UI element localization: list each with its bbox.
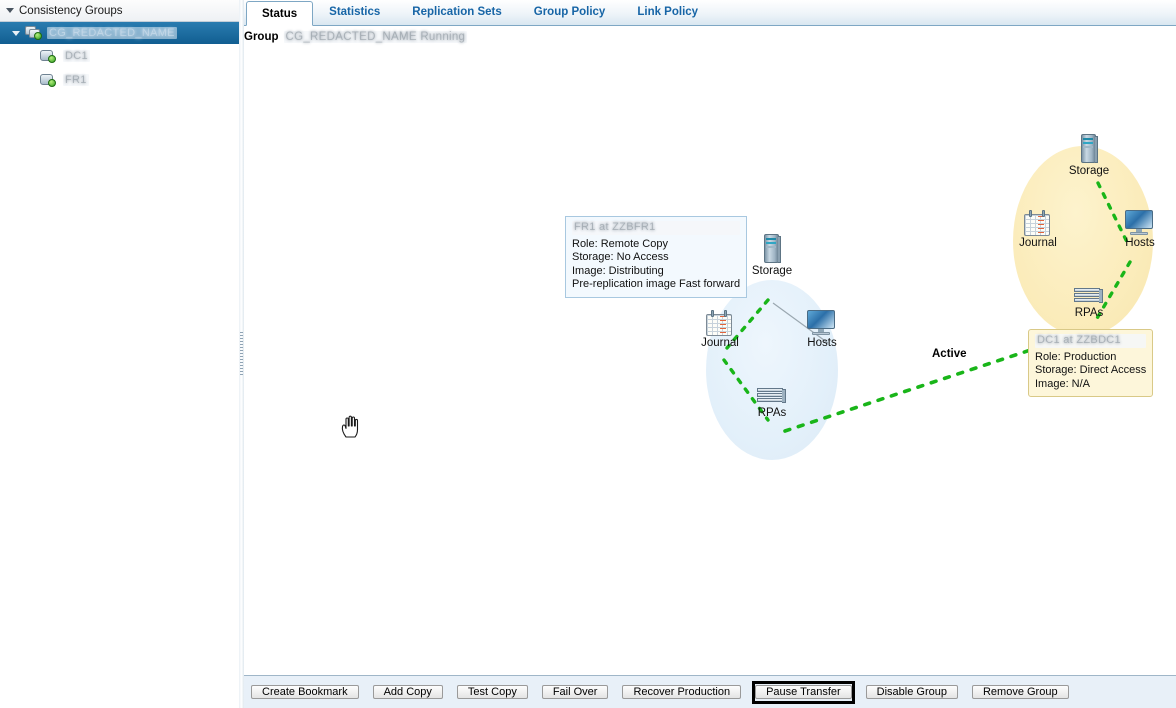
node-label: Hosts	[1125, 237, 1155, 249]
tooltip-remote-copy: FR1 at ZZBFR1 Role: Remote Copy Storage:…	[565, 216, 748, 298]
group-name-value: CG_REDACTED_NAME Running	[283, 31, 468, 43]
node-storage-right[interactable]: Storage	[1059, 134, 1119, 177]
add-copy-button[interactable]: Add Copy	[372, 684, 443, 699]
grab-hand-cursor	[341, 415, 359, 438]
tooltip-prereplication: Pre-replication image Fast forward	[572, 278, 741, 290]
journal-icon	[690, 306, 750, 336]
tab-replication-sets[interactable]: Replication Sets	[396, 0, 517, 25]
tab-statistics[interactable]: Statistics	[313, 0, 396, 25]
hosts-icon	[1110, 206, 1170, 236]
node-rpas-right[interactable]: RPAs	[1059, 276, 1119, 319]
node-storage-left[interactable]: Storage	[742, 234, 802, 277]
fail-over-button[interactable]: Fail Over	[541, 684, 609, 699]
node-rpas-left[interactable]: RPAs	[742, 376, 802, 419]
group-name-bar: Group CG_REDACTED_NAME Running	[240, 26, 1176, 48]
storage-icon	[742, 234, 802, 264]
tab-status[interactable]: Status	[246, 1, 314, 26]
fail-over-wrap: Fail Over	[539, 681, 612, 704]
node-label: RPAs	[757, 407, 787, 419]
group-label: Group	[244, 31, 279, 43]
node-label: RPAs	[1074, 307, 1104, 319]
rpas-icon	[1059, 276, 1119, 306]
create-bookmark-button[interactable]: Create Bookmark	[251, 684, 359, 699]
journal-icon	[1008, 206, 1068, 236]
pause-transfer-focus-ring: Pause Transfer	[752, 680, 855, 704]
tooltip-production: DC1 at ZZBDC1 Role: Production Storage: …	[1028, 329, 1154, 397]
consistency-groups-header[interactable]: Consistency Groups	[0, 0, 239, 22]
tooltip-role: Role: Production	[1035, 350, 1117, 363]
add-copy-wrap: Add Copy	[370, 681, 446, 704]
consistency-groups-tree: CG_REDACTED_NAME DC1 FR1	[0, 22, 239, 708]
pause-transfer-button[interactable]: Pause Transfer	[755, 684, 852, 699]
link-status-label: Active	[930, 348, 969, 360]
tooltip-image: Image: N/A	[1035, 377, 1091, 390]
tooltip-image: Image: Distributing	[572, 264, 664, 277]
remove-group-wrap: Remove Group	[969, 681, 1072, 704]
consistency-groups-panel: Consistency Groups CG_REDACTED_NAME DC1	[0, 0, 244, 708]
node-label: Journal	[1019, 237, 1057, 249]
copy-icon	[40, 73, 58, 88]
create-bookmark-wrap: Create Bookmark	[248, 681, 362, 704]
remove-group-button[interactable]: Remove Group	[971, 684, 1069, 699]
node-hosts-left[interactable]: Hosts	[792, 306, 852, 349]
tooltip-storage: Storage: No Access	[572, 251, 669, 263]
disable-group-wrap: Disable Group	[863, 681, 961, 704]
node-label: Hosts	[807, 337, 837, 349]
tooltip-title: DC1 at ZZBDC1	[1035, 334, 1147, 348]
application-window: Consistency Groups CG_REDACTED_NAME DC1	[0, 0, 1176, 708]
tree-item-group-root-label: CG_REDACTED_NAME	[47, 27, 177, 39]
splitter-grip-icon	[240, 332, 243, 376]
chevron-down-icon[interactable]	[6, 8, 14, 13]
tooltip-title: FR1 at ZZBFR1	[572, 221, 741, 235]
recover-production-wrap: Recover Production	[619, 681, 744, 704]
group-icon	[25, 26, 43, 40]
node-label: Journal	[701, 337, 739, 349]
consistency-groups-title: Consistency Groups	[19, 4, 123, 17]
tree-item-copy-fr1[interactable]: FR1	[0, 68, 239, 92]
tab-link-policy[interactable]: Link Policy	[621, 0, 714, 25]
chevron-down-icon[interactable]	[12, 30, 20, 36]
test-copy-button[interactable]: Test Copy	[456, 684, 528, 699]
tree-item-copy-dc1[interactable]: DC1	[0, 44, 239, 68]
tree-item-copy-dc1-label: DC1	[63, 50, 90, 62]
tab-bar: Status Statistics Replication Sets Group…	[240, 0, 1176, 26]
copy-icon	[40, 49, 58, 64]
tree-item-copy-fr1-label: FR1	[63, 74, 89, 86]
disable-group-button[interactable]: Disable Group	[865, 684, 958, 699]
node-journal-left[interactable]: Journal	[690, 306, 750, 349]
hosts-icon	[792, 306, 852, 336]
action-button-bar: Create Bookmark Add Copy Test Copy Fail …	[240, 675, 1176, 708]
test-copy-wrap: Test Copy	[454, 681, 531, 704]
node-hosts-right[interactable]: Hosts	[1110, 206, 1170, 249]
storage-icon	[1059, 134, 1119, 164]
replication-diagram-canvas[interactable]: Storage Journal Hosts RPAs Storage Journ…	[240, 48, 1176, 675]
node-label: Storage	[751, 265, 793, 277]
recover-production-button[interactable]: Recover Production	[622, 684, 742, 699]
panel-splitter[interactable]	[239, 0, 244, 708]
tree-item-group-root[interactable]: CG_REDACTED_NAME	[0, 22, 239, 44]
node-journal-right[interactable]: Journal	[1008, 206, 1068, 249]
group-detail-panel: Status Statistics Replication Sets Group…	[240, 0, 1176, 708]
tab-group-policy[interactable]: Group Policy	[518, 0, 622, 25]
node-label: Storage	[1068, 165, 1110, 177]
tooltip-role: Role: Remote Copy	[572, 237, 668, 250]
tooltip-storage: Storage: Direct Access	[1035, 364, 1147, 376]
rpas-icon	[742, 376, 802, 406]
